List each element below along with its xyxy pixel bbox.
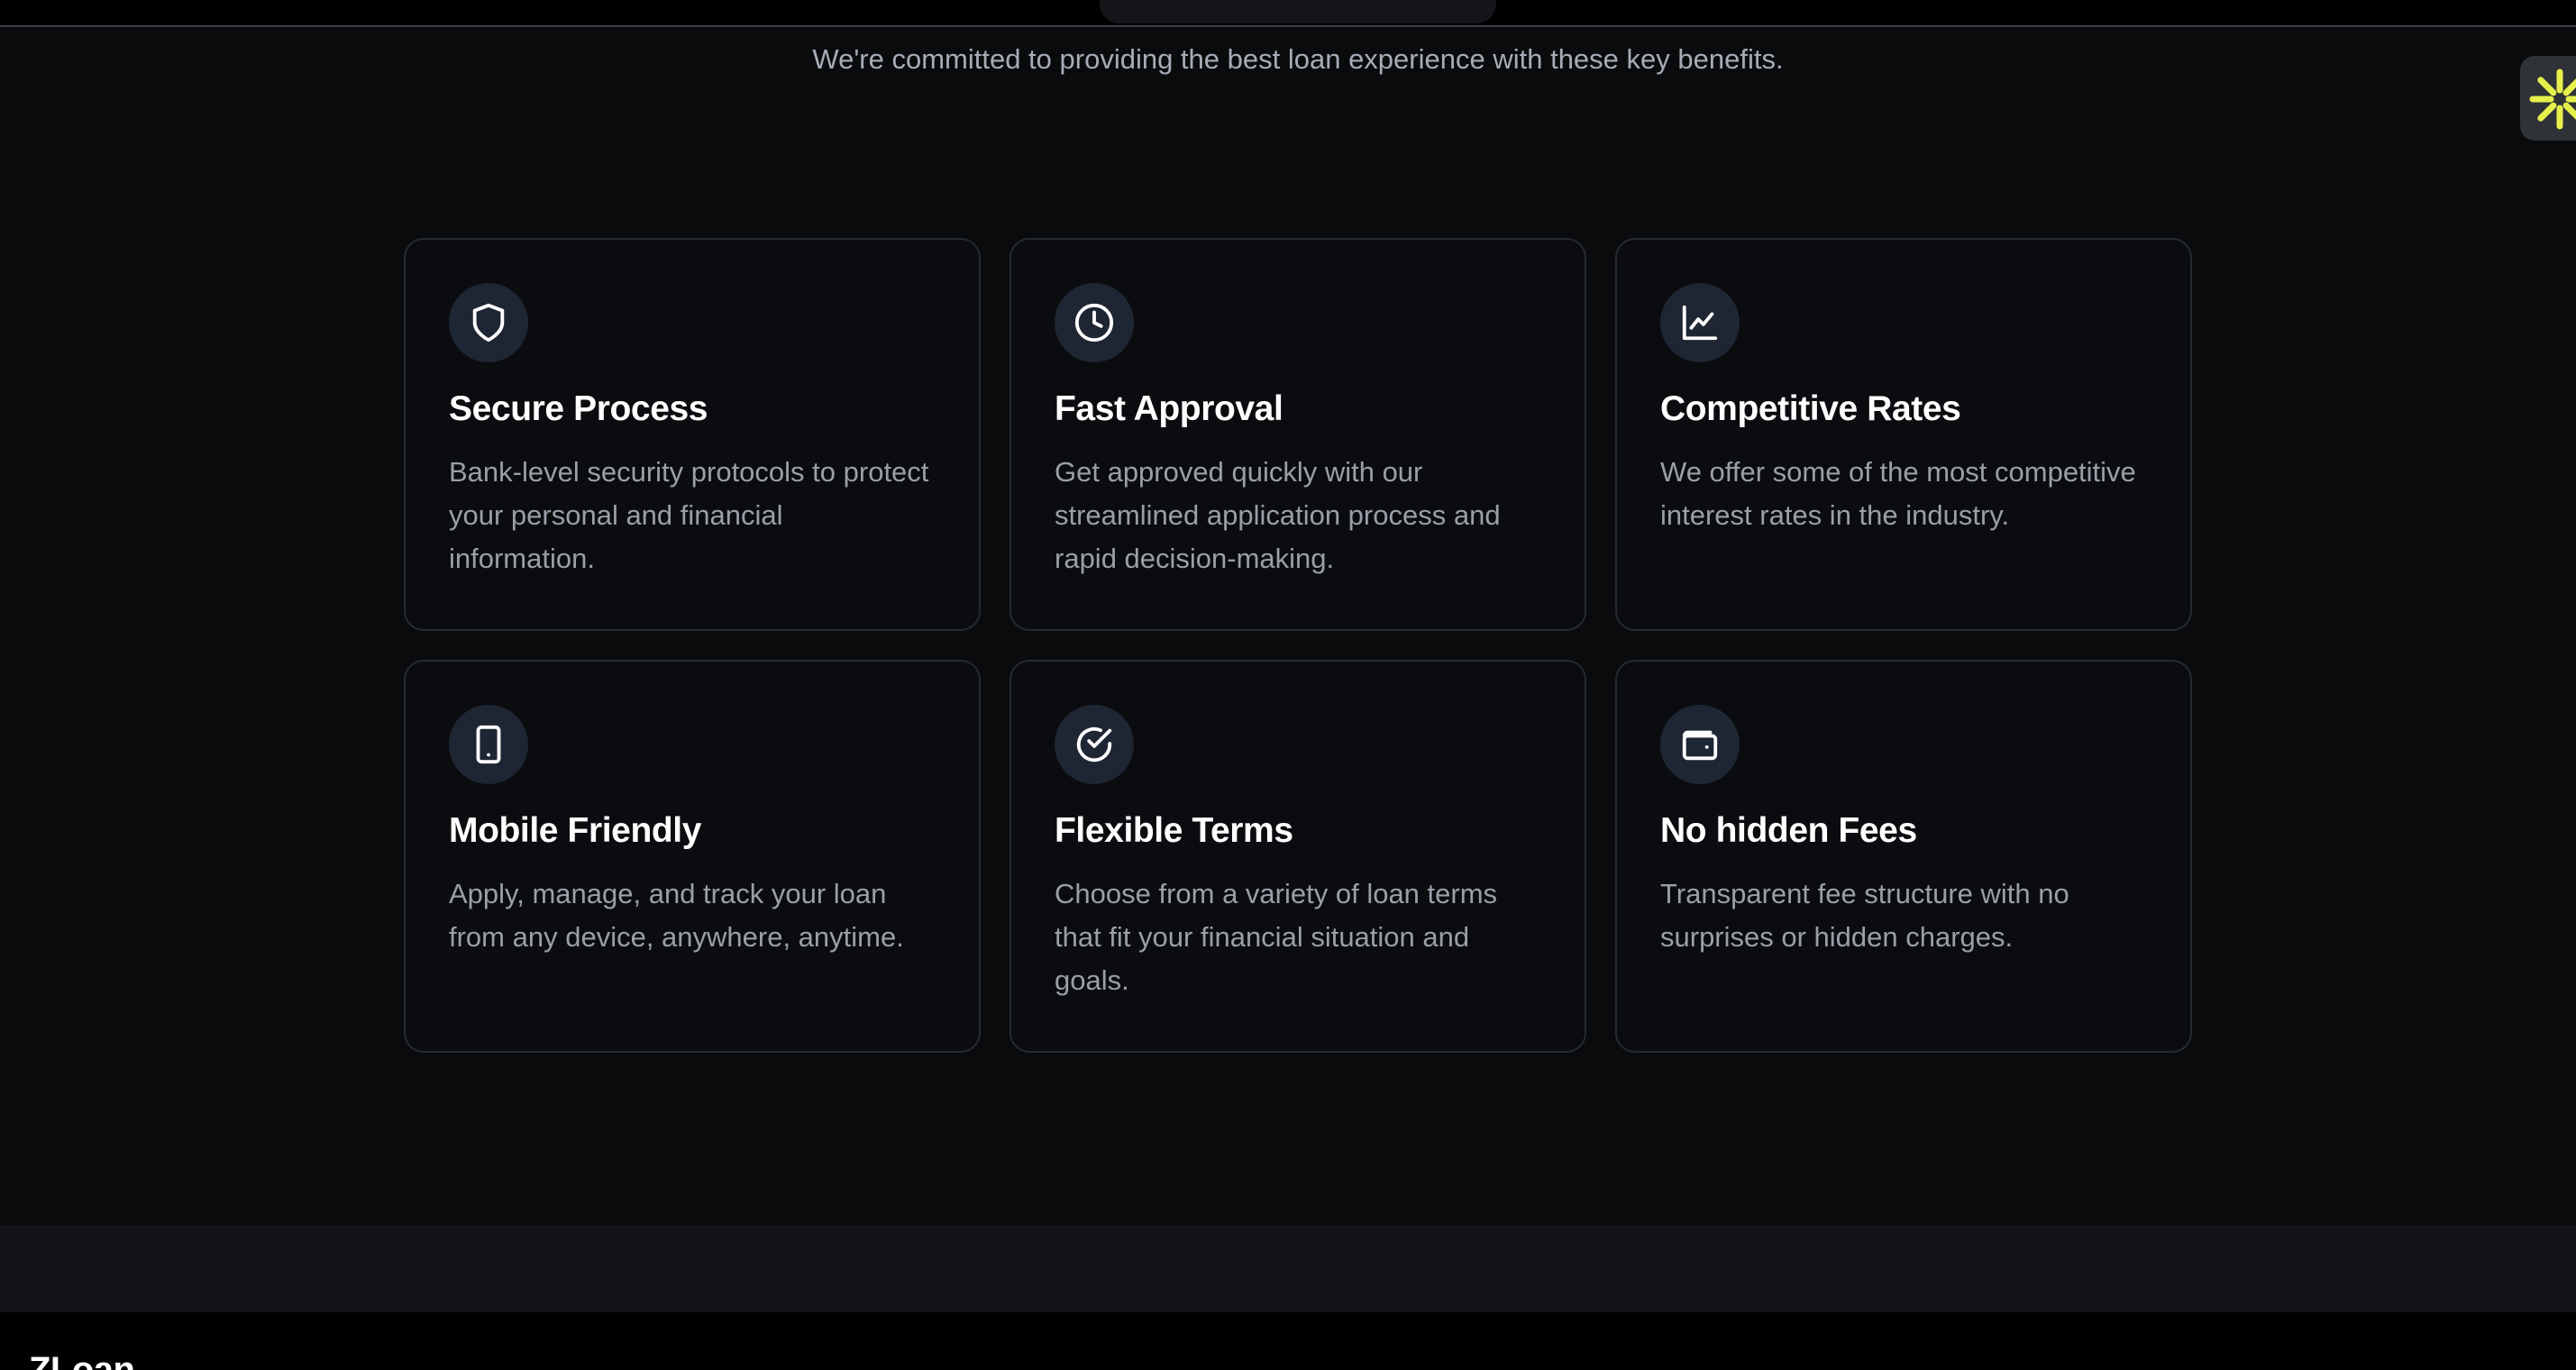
top-bar-notch (1100, 0, 1496, 23)
feature-title: Fast Approval (1055, 389, 1283, 428)
check-circle-icon (1076, 726, 1112, 763)
feature-icon-badge (449, 705, 528, 784)
features-grid: Secure Process Bank-level security proto… (404, 238, 2192, 1053)
clock-icon (1074, 303, 1114, 342)
shield-icon (472, 303, 505, 342)
feature-title: Competitive Rates (1660, 389, 1961, 428)
top-bar (0, 0, 2576, 27)
corner-widget-button[interactable] (2520, 56, 2576, 141)
feature-title: No hidden Fees (1660, 811, 1917, 850)
feature-title: Secure Process (449, 389, 708, 428)
feature-card-secure-process: Secure Process Bank-level security proto… (404, 238, 981, 631)
feature-icon-badge (1660, 283, 1740, 362)
feature-icon-badge (1055, 283, 1134, 362)
feature-title: Flexible Terms (1055, 811, 1293, 850)
feature-icon-badge (1660, 705, 1740, 784)
feature-description: Transparent fee structure with no surpri… (1660, 878, 2069, 953)
smartphone-icon (476, 725, 501, 764)
feature-icon-badge (1055, 705, 1134, 784)
feature-icon-badge (449, 283, 528, 362)
feature-description: Choose from a variety of loan terms that… (1055, 878, 1498, 996)
wallet-icon (1682, 730, 1718, 761)
section-divider-band (0, 1226, 2576, 1312)
line-chart-icon (1682, 305, 1718, 341)
footer-brand-logo[interactable]: ZLoan (29, 1348, 135, 1370)
feature-description: We offer some of the most competitive in… (1660, 456, 2136, 531)
feature-description: Apply, manage, and track your loan from … (449, 878, 904, 953)
feature-card-mobile-friendly: Mobile Friendly Apply, manage, and track… (404, 660, 981, 1053)
section-subtitle: We're committed to providing the best lo… (812, 43, 1784, 75)
sparkle-icon (2529, 68, 2576, 130)
feature-card-fast-approval: Fast Approval Get approved quickly with … (1009, 238, 1586, 631)
feature-description: Get approved quickly with our streamline… (1055, 456, 1501, 574)
footer: ZLoan (0, 1312, 2576, 1370)
feature-card-flexible-terms: Flexible Terms Choose from a variety of … (1009, 660, 1586, 1053)
feature-description: Bank-level security protocols to protect… (449, 456, 929, 574)
feature-card-competitive-rates: Competitive Rates We offer some of the m… (1615, 238, 2192, 631)
feature-title: Mobile Friendly (449, 811, 702, 850)
feature-card-no-hidden-fees: No hidden Fees Transparent fee structure… (1615, 660, 2192, 1053)
